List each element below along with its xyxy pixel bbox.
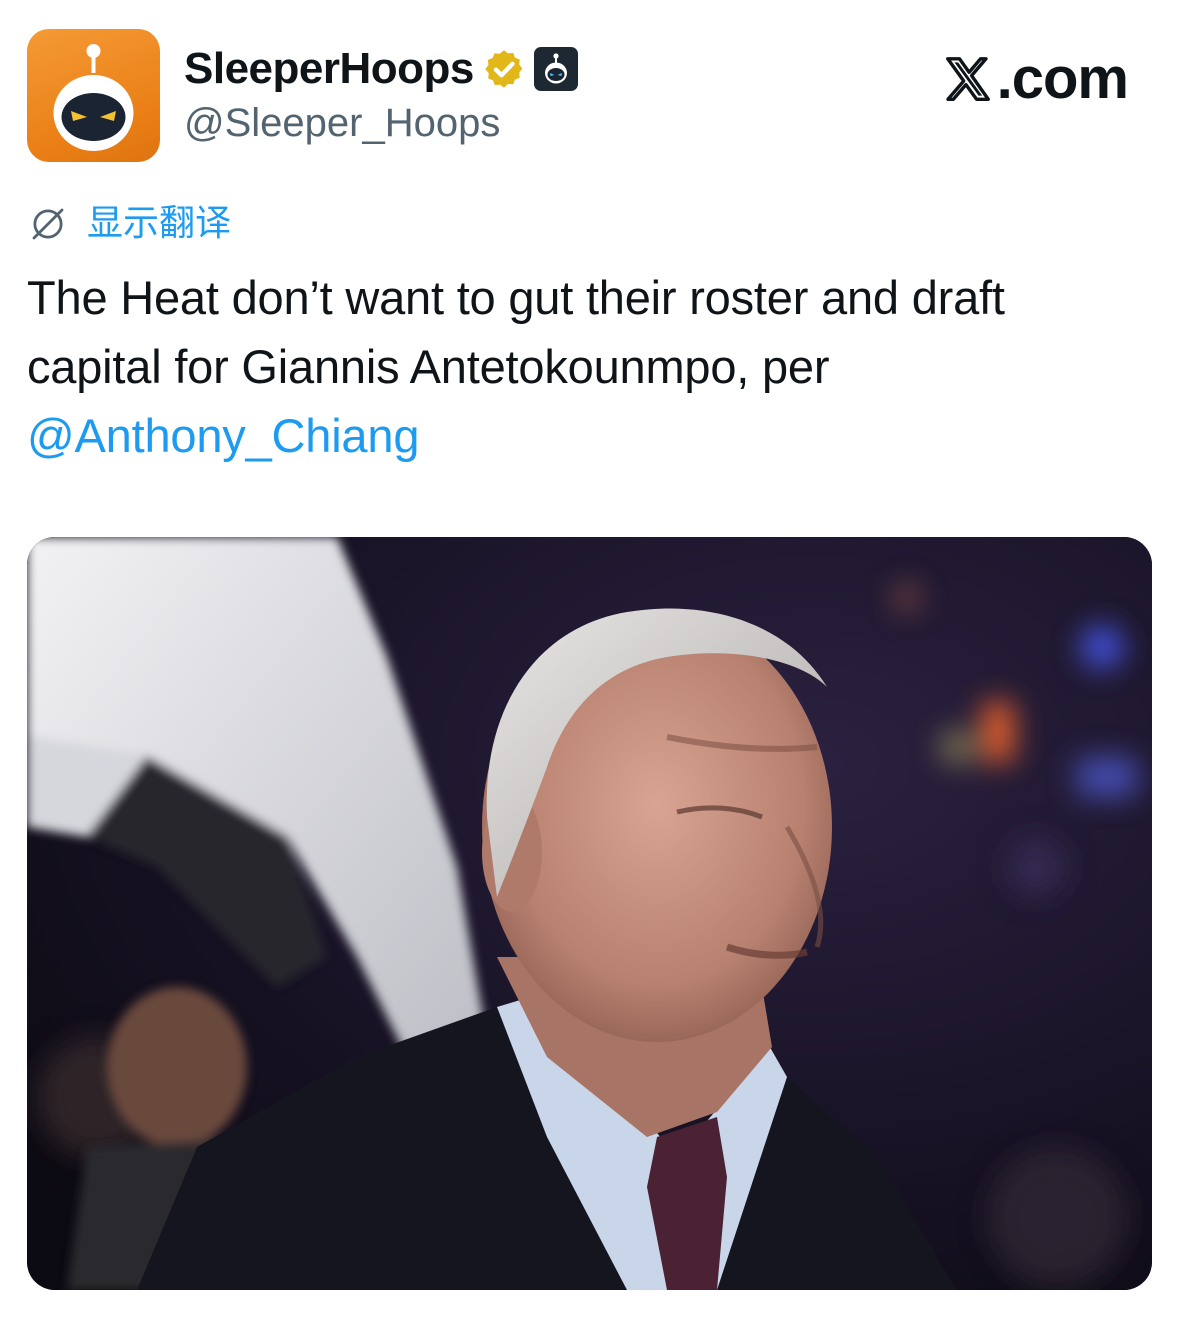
mention-link[interactable]: @Anthony_Chiang xyxy=(27,401,1152,470)
x-com-brand: .com xyxy=(941,46,1129,111)
show-translation-link[interactable]: 显示翻译 xyxy=(27,200,231,248)
affiliate-badge-icon[interactable] xyxy=(533,47,578,91)
tweet-media-photo[interactable] xyxy=(27,537,1152,1290)
brand-domain-text: .com xyxy=(996,46,1129,111)
author-name-row: SleeperHoops xyxy=(184,40,578,98)
tweet-text: The Heat don’t want to gut their roster … xyxy=(27,263,1152,470)
show-translation-label: 显示翻译 xyxy=(87,203,232,244)
author-display-name[interactable]: SleeperHoops xyxy=(184,40,474,98)
tweet-text-line-2: capital for Giannis Antetokounmpo, per xyxy=(27,340,830,393)
photo-image xyxy=(27,537,1152,1290)
verified-badge-icon[interactable] xyxy=(482,47,526,91)
author-handle[interactable]: @Sleeper_Hoops xyxy=(184,98,500,148)
author-avatar[interactable] xyxy=(27,29,160,162)
globe-translate-icon xyxy=(32,208,64,240)
sleeper-ninja-avatar xyxy=(53,44,134,151)
x-logo-icon xyxy=(945,57,990,101)
tweet-text-line-1: The Heat don’t want to gut their roster … xyxy=(27,271,1005,324)
